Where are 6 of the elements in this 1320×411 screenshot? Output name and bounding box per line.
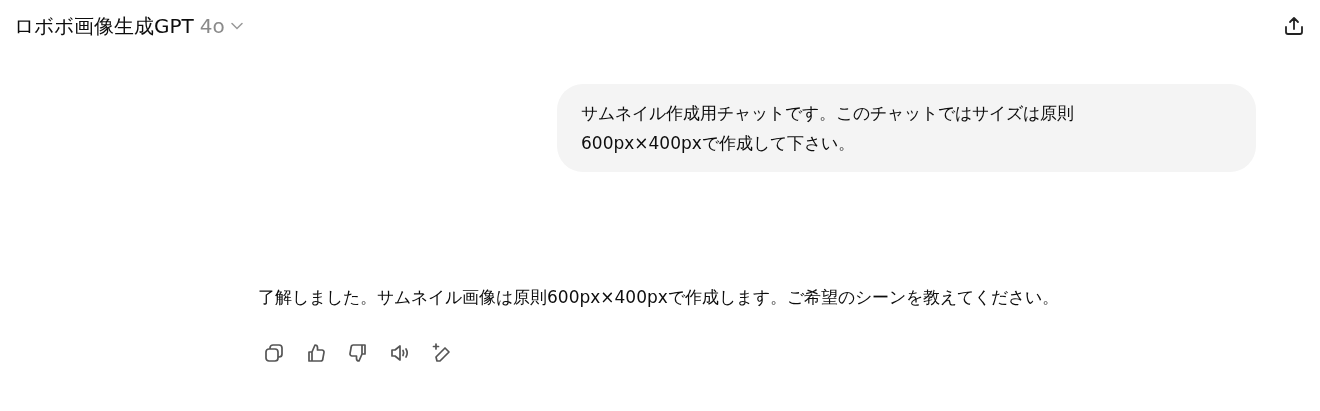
model-name: 4o bbox=[199, 14, 225, 38]
model-selector[interactable]: ロボボ画像生成GPT 4o bbox=[6, 8, 251, 44]
assistant-message: 了解しました。サムネイル画像は原則600px×400pxで作成します。ご希望のシーンを教えてください。 bbox=[258, 286, 1060, 309]
user-message: サムネイル作成用チャットです。このチャットではサイズは原則 600px×400pxで作成して下さい。 bbox=[557, 84, 1256, 172]
gpt-title: ロボボ画像生成GPT bbox=[14, 12, 194, 40]
chevron-down-icon bbox=[230, 22, 243, 30]
